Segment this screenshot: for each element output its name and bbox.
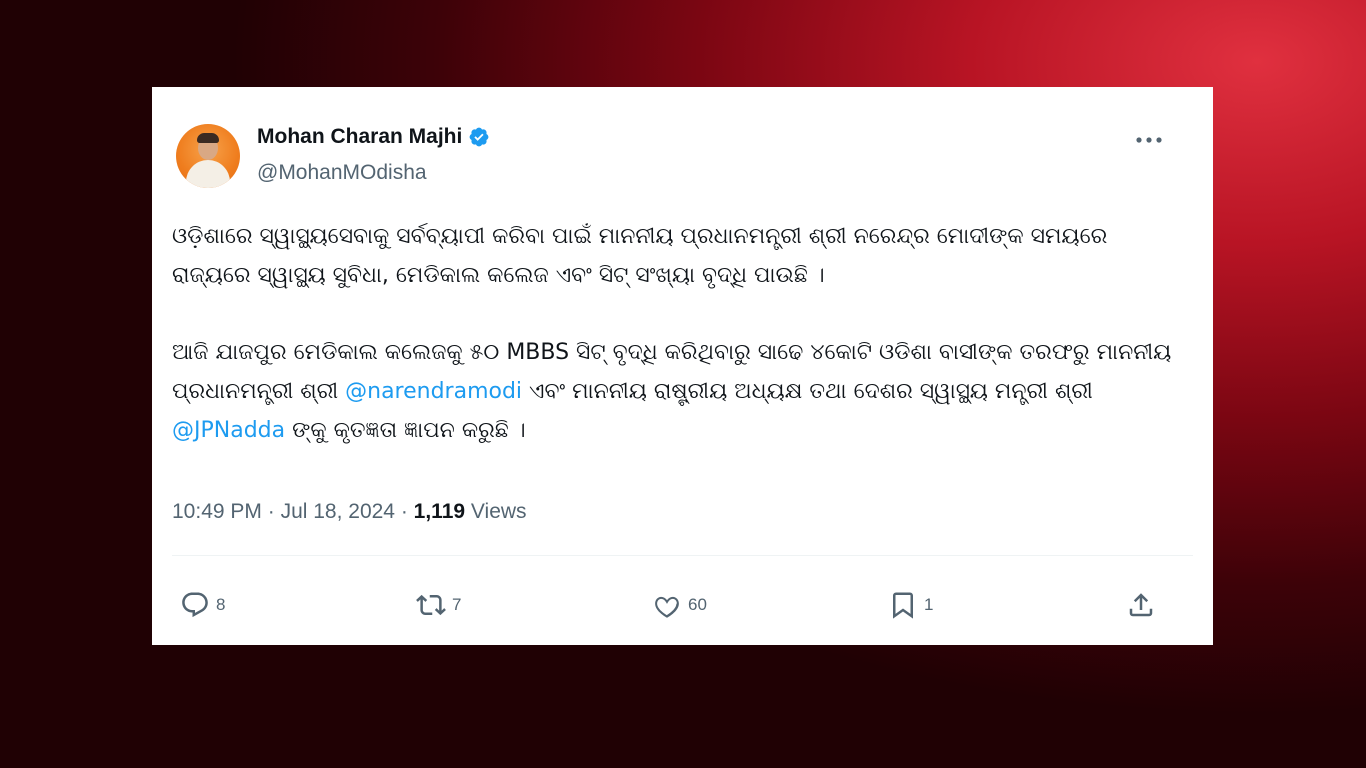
reply-count: 8 (216, 595, 226, 614)
author-name[interactable]: Mohan Charan Majhi (257, 125, 462, 149)
divider (172, 555, 1193, 556)
bookmark-count: 1 (924, 595, 934, 614)
like-button[interactable]: 60 (652, 587, 707, 623)
post-card: Mohan Charan Majhi @MohanMOdisha ଓଡ଼ିଶାର… (152, 87, 1213, 645)
meta-separator: · (395, 500, 414, 523)
mention-link-jpnadda[interactable]: @JPNadda (172, 418, 285, 443)
post-paragraph-2: ଆଜି ଯାଜପୁର ମେଡିକାଲ କଲେଜକୁ ୫୦ MBBS ସିଟ୍ ବ… (172, 333, 1182, 450)
share-button[interactable] (1126, 587, 1156, 623)
more-options-icon (1136, 137, 1162, 143)
verified-badge-icon (469, 127, 489, 147)
like-count: 60 (688, 595, 707, 614)
views-count: 1,119 (413, 500, 466, 523)
author-name-row: Mohan Charan Majhi (257, 125, 490, 149)
reply-icon (182, 592, 208, 618)
bookmark-button[interactable]: 1 (888, 587, 933, 623)
share-icon (1129, 593, 1153, 617)
repost-icon (416, 594, 446, 616)
post-time[interactable]: 10:49 PM (172, 500, 262, 523)
meta-separator: · (261, 500, 281, 523)
author-handle[interactable]: @MohanMOdisha (257, 161, 427, 185)
bookmark-icon (893, 592, 913, 619)
mention-link-narendramodi[interactable]: @narendramodi (345, 379, 522, 404)
post-paragraph-1: ଓଡ଼ିଶାରେ ସ୍ୱାସ୍ଥ୍ୟସେବାକୁ ସର୍ବବ୍ୟାପୀ କରିବ… (172, 224, 1108, 288)
action-bar: 8 7 60 1 (180, 587, 1170, 623)
reply-button[interactable]: 8 (180, 587, 225, 623)
post-meta: 10:49 PM · Jul 18, 2024 · 1,119 Views (172, 500, 527, 524)
like-icon (655, 596, 679, 618)
more-options-button[interactable] (1134, 125, 1164, 155)
post-text-segment: ଙ୍କୁ କୃତଜ୍ଞତା ଜ୍ଞାପନ କରୁଛି । (285, 418, 526, 443)
repost-count: 7 (452, 595, 462, 614)
post-date[interactable]: Jul 18, 2024 (281, 500, 395, 523)
post-text: ଓଡ଼ିଶାରେ ସ୍ୱାସ୍ଥ୍ୟସେବାକୁ ସର୍ବବ୍ୟାପୀ କରିବ… (172, 217, 1182, 450)
author-avatar[interactable] (176, 124, 240, 188)
views-label: Views (465, 500, 527, 523)
repost-button[interactable]: 7 (416, 587, 461, 623)
post-text-segment: ଏବଂ ମାନନୀୟ ରାଷ୍ଟ୍ରୀୟ ଅଧ୍ୟକ୍ଷ ତଥା ଦେଶର ସ୍… (522, 379, 1093, 404)
